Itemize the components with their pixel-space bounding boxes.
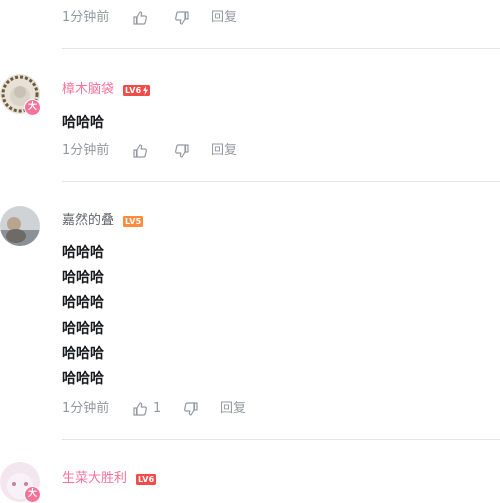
comment-time: 1分钟前	[62, 401, 110, 416]
thumb-down-icon[interactable]	[174, 10, 190, 26]
like-count: 1	[153, 401, 162, 416]
thumb-up-icon[interactable]	[132, 401, 148, 417]
level-badge: LV5	[123, 216, 144, 227]
comment-text: 哈哈哈	[62, 371, 104, 387]
username[interactable]: 嘉然的叠	[62, 213, 114, 229]
comment-text: 哈哈哈	[62, 321, 104, 337]
comment-text: 哈哈哈	[62, 270, 104, 286]
comment-text: 哈哈哈	[62, 245, 104, 261]
thumb-up-icon[interactable]	[132, 10, 148, 26]
comment-text: 哈哈哈	[62, 295, 104, 311]
comment-time: 1分钟前	[62, 143, 110, 158]
username[interactable]: 樟木脑袋	[62, 82, 114, 98]
reply-button[interactable]: 回复	[211, 142, 237, 160]
lightning-icon	[141, 85, 150, 96]
thumb-up-icon[interactable]	[132, 143, 148, 159]
divider	[62, 48, 500, 49]
level-badge: LV6	[136, 474, 157, 485]
comment-text: 哈哈哈	[62, 115, 104, 131]
username[interactable]: 生菜大胜利	[62, 471, 127, 487]
thumb-down-icon[interactable]	[174, 143, 190, 159]
avatar[interactable]	[0, 206, 40, 246]
divider	[62, 181, 500, 182]
reply-button[interactable]: 回复	[220, 400, 246, 418]
comment-time: 1分钟前	[62, 10, 110, 25]
reply-button[interactable]: 回复	[211, 9, 237, 27]
thumb-down-icon[interactable]	[183, 401, 199, 417]
divider	[62, 439, 500, 440]
comment-text: 哈哈哈	[62, 346, 104, 362]
avatar-badge: 大	[24, 99, 41, 116]
